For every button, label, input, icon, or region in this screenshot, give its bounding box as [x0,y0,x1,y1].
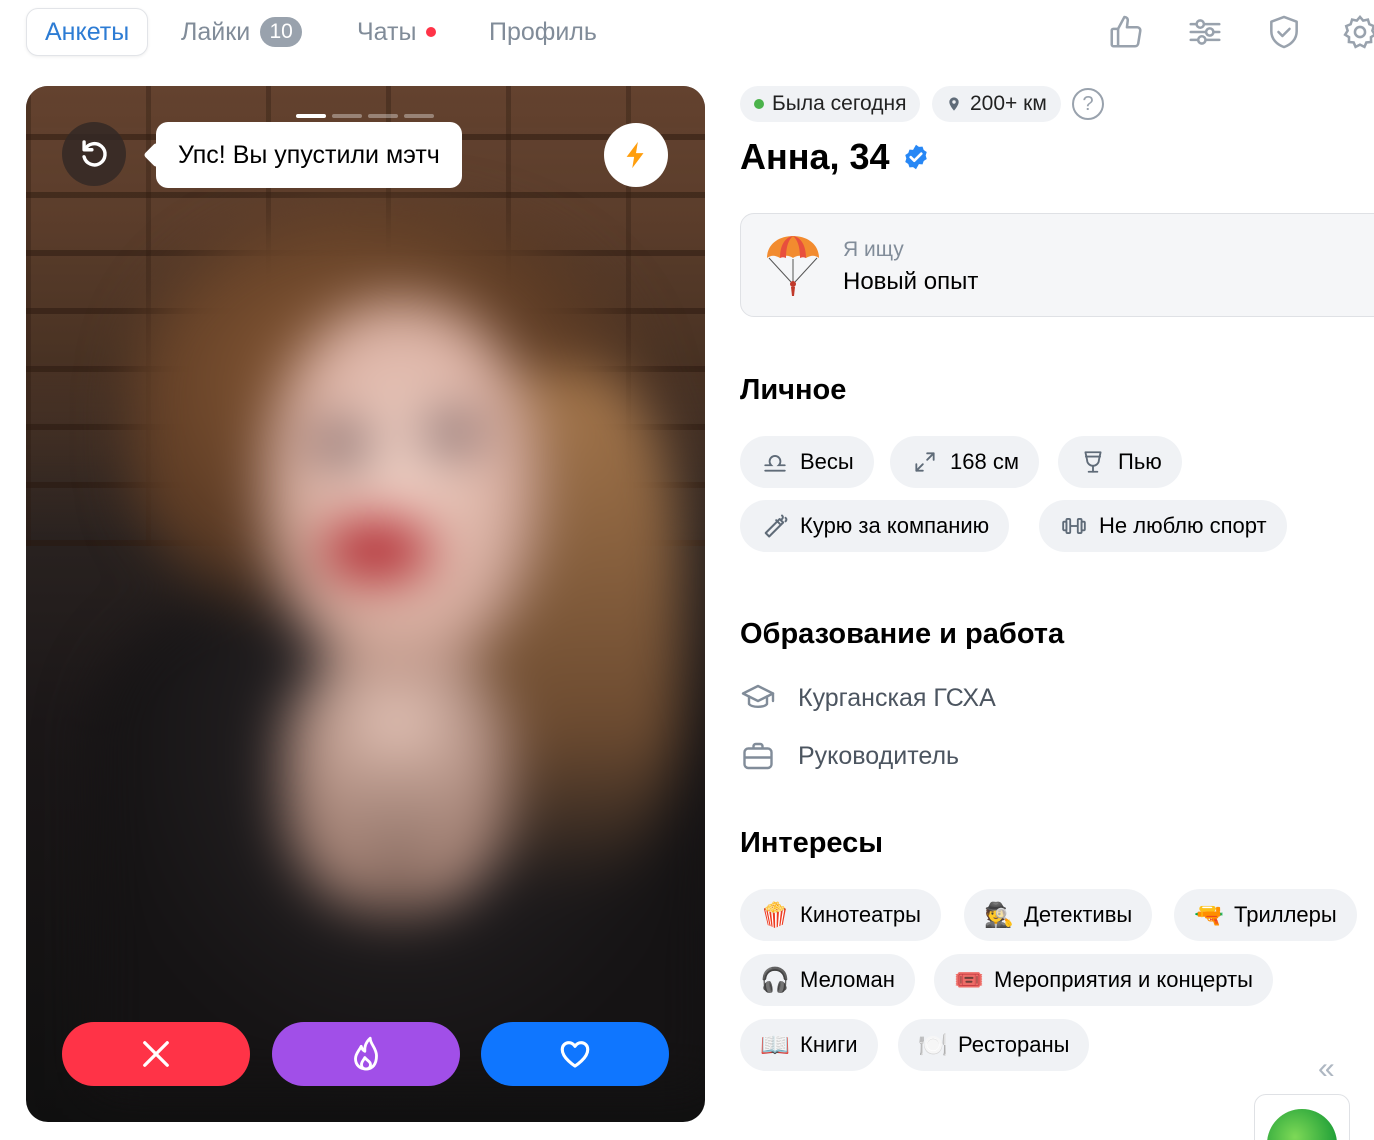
education-text: Курганская ГСХА [798,683,996,712]
partner-logo [1267,1109,1337,1140]
dislike-button[interactable] [62,1022,250,1086]
personal-section-title: Личное [740,374,847,406]
smoking-chip: Курю за компанию [740,500,1010,552]
boost-button[interactable] [604,123,668,187]
education-row: Курганская ГСХА [740,680,996,716]
sport-chip: Не люблю спорт [1039,500,1287,552]
tab-profiles[interactable]: Анкеты [26,8,149,56]
interest-label: Детективы [1024,902,1133,927]
interest-chip-restaurants: 🍽️ Рестораны [898,1019,1090,1071]
looking-for-card: Я ищу Новый опыт [740,213,1374,317]
flame-icon [354,1036,378,1071]
photo-indicator[interactable] [296,114,326,118]
interest-chip-music: 🎧 Меломан [740,954,915,1006]
headphones-icon: 🎧 [760,966,790,994]
interest-chip-cinema: 🍿 Кинотеатры [740,889,941,941]
help-icon[interactable]: ? [1072,88,1104,120]
interests-section-title: Интересы [740,827,884,859]
plate-cutlery-icon: 🍽️ [918,1031,948,1059]
looking-for-label: Я ищу [843,238,904,261]
height-chip: 168 см [890,436,1039,488]
tab-profiles-label: Анкеты [45,17,130,46]
cigarette-icon [760,511,790,541]
distance-pill: 200+ км [932,86,1061,122]
undo-button[interactable] [62,122,126,186]
detective-icon: 🕵️ [984,901,1014,929]
parachute-icon [767,236,819,296]
zodiac-chip: Весы [740,436,874,488]
libra-icon [760,447,790,477]
interest-label: Меломан [800,967,895,992]
tab-profile-label: Профиль [489,17,597,46]
ticket-icon: 🎟️ [954,966,984,994]
tab-likes-label: Лайки [181,17,251,46]
interest-label: Триллеры [1234,902,1337,927]
graduation-cap-icon [741,684,775,709]
online-status-pill: Была сегодня [740,86,921,122]
education-section-title: Образование и работа [740,618,1065,650]
briefcase-icon [743,742,773,770]
like-button[interactable] [481,1022,669,1086]
interest-chip-events: 🎟️ Мероприятия и концерты [934,954,1273,1006]
smoking-text: Курю за компанию [800,513,990,538]
wine-glass-icon [1078,447,1108,477]
book-icon: 📖 [760,1031,790,1059]
lightning-icon [626,141,644,169]
photo-indicators [296,114,434,118]
tab-profile[interactable]: Профиль [489,8,597,56]
drinking-text: Пью [1118,449,1162,474]
profile-photo-card[interactable]: Упс! Вы упустили мэтч [26,86,705,1122]
interest-label: Кинотеатры [800,902,921,927]
location-pin-icon [949,97,959,111]
tooltip-text: Упс! Вы упустили мэтч [178,140,440,169]
collapse-chevrons-icon[interactable]: « [1318,1052,1335,1086]
tab-chats-label: Чаты [357,17,417,46]
undo-icon [82,140,107,167]
height-text: 168 см [950,449,1019,474]
online-status-text: Была сегодня [772,92,907,115]
interest-chip-books: 📖 Книги [740,1019,878,1071]
work-text: Руководитель [798,741,960,770]
photo-indicator[interactable] [332,114,362,118]
likes-count-badge: 10 [260,17,303,47]
interest-chip-thrillers: 🔫 Триллеры [1174,889,1357,941]
interest-label: Мероприятия и концерты [994,967,1253,992]
super-like-button[interactable] [272,1022,460,1086]
sport-text: Не люблю спорт [1099,513,1267,538]
interest-chip-detectives: 🕵️ Детективы [964,889,1153,941]
interest-label: Рестораны [958,1032,1070,1057]
blurred-portrait [92,190,705,1090]
partner-widget[interactable] [1254,1094,1350,1140]
water-pistol-icon: 🔫 [1194,901,1224,929]
photo-indicator[interactable] [368,114,398,118]
looking-for-value: Новый опыт [843,268,979,295]
tab-chats[interactable]: Чаты [357,8,437,56]
photo-indicator[interactable] [404,114,434,118]
heart-icon [560,1041,590,1068]
dumbbell-icon [1059,511,1089,541]
close-icon [143,1041,169,1067]
tab-likes[interactable]: Лайки 10 [181,8,303,56]
interest-label: Книги [800,1032,858,1057]
drinking-chip: Пью [1058,436,1182,488]
verified-icon [904,144,927,170]
online-dot [754,99,764,109]
distance-text: 200+ км [970,92,1047,115]
resize-arrows-icon [910,447,940,477]
profile-name: Анна, 34 [740,136,930,178]
profile-name-text: Анна, 34 [740,136,890,177]
unread-dot [426,27,437,37]
profile-details: Была сегодня 200+ км ? Анна, 34 Я ищу Но… [740,0,1374,1140]
missed-match-tooltip: Упс! Вы упустили мэтч [156,122,462,188]
work-row: Руководитель [740,738,959,774]
popcorn-icon: 🍿 [760,901,790,929]
zodiac-text: Весы [800,449,854,474]
